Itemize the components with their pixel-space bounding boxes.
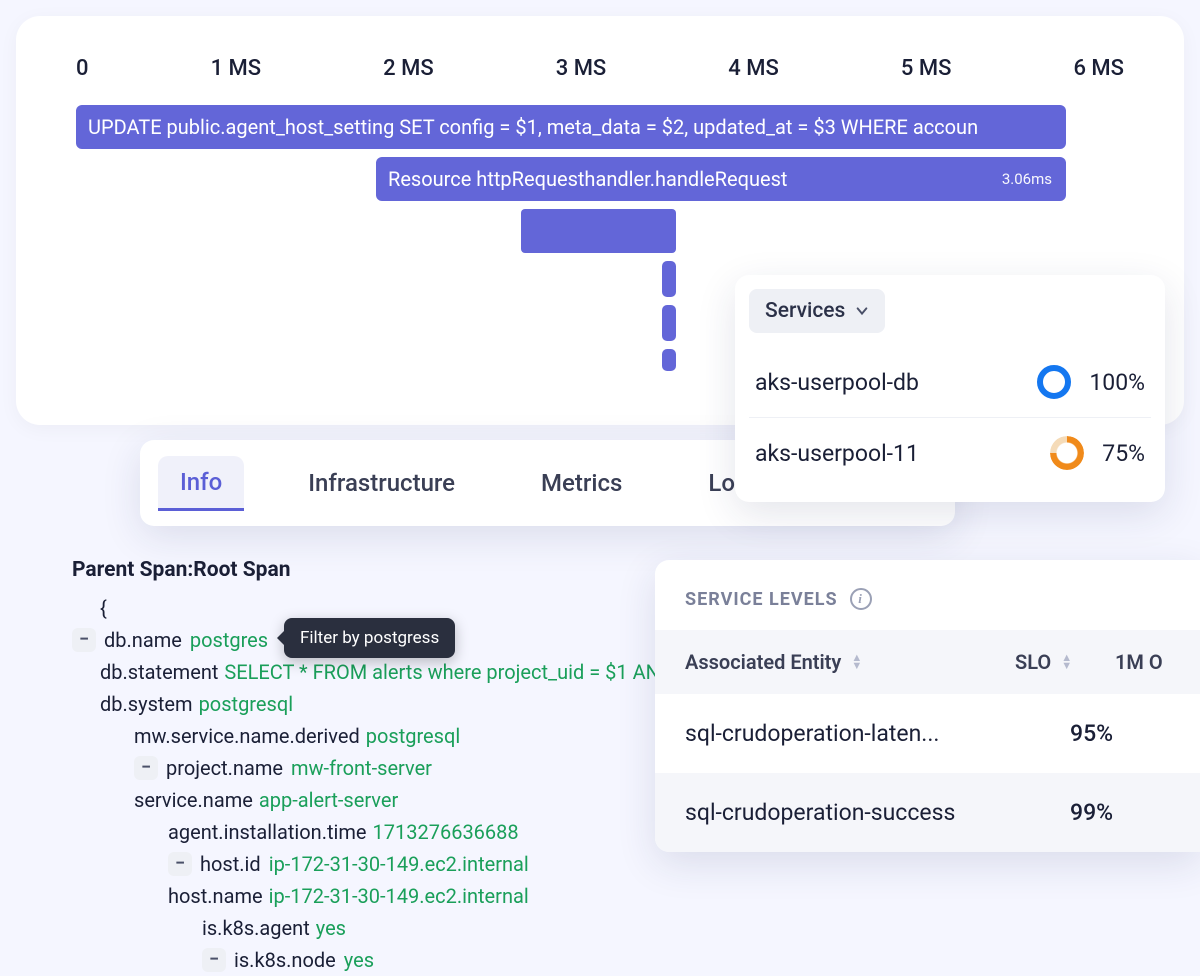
service-name: aks-userpool-11 — [755, 440, 919, 467]
span-label: Resource httpRequesthandler.handleReques… — [388, 167, 787, 191]
span-bar-tick[interactable] — [662, 349, 676, 371]
attr-value[interactable]: ip-172-31-30-149.ec2.internal — [269, 880, 529, 912]
table-row[interactable]: sql-crudoperation-laten... 95% — [655, 694, 1200, 773]
service-row[interactable]: aks-userpool-db 100% — [749, 347, 1151, 417]
span-bar-root[interactable]: UPDATE public.agent_host_setting SET con… — [76, 105, 1066, 149]
col-entity[interactable]: Associated Entity — [685, 650, 841, 674]
tick: 0 — [76, 56, 89, 81]
attr-key: is.k8s.node — [234, 944, 336, 976]
attr-value[interactable]: 1713276636688 — [373, 816, 519, 848]
attr-value[interactable]: SELECT * FROM alerts where project_uid =… — [224, 656, 659, 688]
tab-infrastructure[interactable]: Infrastructure — [286, 457, 477, 509]
chevron-down-icon — [855, 304, 869, 318]
attr-key: mw.service.name.derived — [134, 720, 360, 752]
services-dropdown[interactable]: Services — [749, 289, 885, 333]
entity-name: sql-crudoperation-laten... — [685, 720, 1070, 747]
parent-span-title: Parent Span:Root Span — [72, 558, 672, 582]
slo-value: 95% — [1070, 720, 1170, 747]
info-icon[interactable]: i — [850, 588, 872, 610]
attr-value[interactable]: postgresql — [199, 688, 293, 720]
span-duration: 3.06ms — [1002, 170, 1052, 188]
attr-value[interactable]: postgresql — [366, 720, 460, 752]
tab-metrics[interactable]: Metrics — [519, 457, 644, 509]
service-levels-card: SERVICE LEVELS i Associated Entity ▲▼ SL… — [655, 560, 1200, 852]
col-slo[interactable]: SLO — [1015, 650, 1051, 674]
attr-key: host.name — [168, 880, 263, 912]
span-bar-small[interactable] — [521, 209, 676, 253]
tick: 5 MS — [901, 56, 952, 81]
attr-key: service.name — [134, 784, 253, 816]
attr-value[interactable]: app-alert-server — [259, 784, 398, 816]
tab-info[interactable]: Info — [158, 456, 244, 511]
attr-value[interactable]: mw-front-server — [291, 752, 432, 784]
tick: 4 MS — [728, 56, 779, 81]
health-ring-icon — [1037, 365, 1071, 399]
timeline-axis: 0 1 MS 2 MS 3 MS 4 MS 5 MS 6 MS — [16, 56, 1184, 81]
attr-key: db.system — [100, 688, 193, 720]
sort-icon[interactable]: ▲▼ — [1061, 654, 1072, 670]
span-label: UPDATE public.agent_host_setting SET con… — [88, 115, 978, 139]
dropdown-label: Services — [765, 299, 845, 323]
service-name: aks-userpool-db — [755, 369, 919, 396]
attr-key: host.id — [200, 848, 261, 880]
span-bar-child[interactable]: Resource httpRequesthandler.handleReques… — [376, 157, 1066, 201]
table-row[interactable]: sql-crudoperation-success 99% — [655, 773, 1200, 852]
attr-key: db.statement — [100, 656, 218, 688]
tick: 2 MS — [383, 56, 434, 81]
attr-value[interactable]: postgres — [190, 624, 268, 656]
slo-value: 99% — [1070, 799, 1170, 826]
service-pct: 75% — [1102, 440, 1145, 467]
attr-key: is.k8s.agent — [202, 912, 310, 944]
attr-value[interactable]: yes — [316, 912, 346, 944]
service-pct: 100% — [1089, 369, 1145, 396]
table-header: Associated Entity ▲▼ SLO ▲▼ 1M O — [655, 630, 1200, 694]
collapse-toggle[interactable]: − — [168, 852, 192, 876]
card-title: SERVICE LEVELS — [685, 589, 838, 610]
attr-key: db.name — [104, 624, 182, 656]
attr-value[interactable]: ip-172-31-30-149.ec2.internal — [269, 848, 529, 880]
filter-tooltip[interactable]: Filter by postgress — [284, 618, 455, 658]
attr-value[interactable]: yes — [344, 944, 374, 976]
tooltip-text: Filter by postgress — [300, 628, 439, 648]
span-bar-tick[interactable] — [662, 261, 676, 297]
collapse-toggle[interactable]: − — [134, 756, 158, 780]
sort-icon[interactable]: ▲▼ — [851, 654, 862, 670]
col-onem[interactable]: 1M O — [1115, 650, 1163, 674]
tick: 1 MS — [211, 56, 262, 81]
attr-key: project.name — [166, 752, 283, 784]
tick: 3 MS — [556, 56, 607, 81]
collapse-toggle[interactable]: − — [72, 628, 96, 652]
span-bar-tick[interactable] — [662, 305, 676, 341]
tick: 6 MS — [1073, 56, 1124, 81]
attr-key: agent.installation.time — [168, 816, 367, 848]
entity-name: sql-crudoperation-success — [685, 799, 1070, 826]
service-row[interactable]: aks-userpool-11 75% — [749, 417, 1151, 488]
health-ring-icon — [1050, 436, 1084, 470]
services-popover: Services aks-userpool-db 100% aks-userpo… — [735, 275, 1165, 502]
